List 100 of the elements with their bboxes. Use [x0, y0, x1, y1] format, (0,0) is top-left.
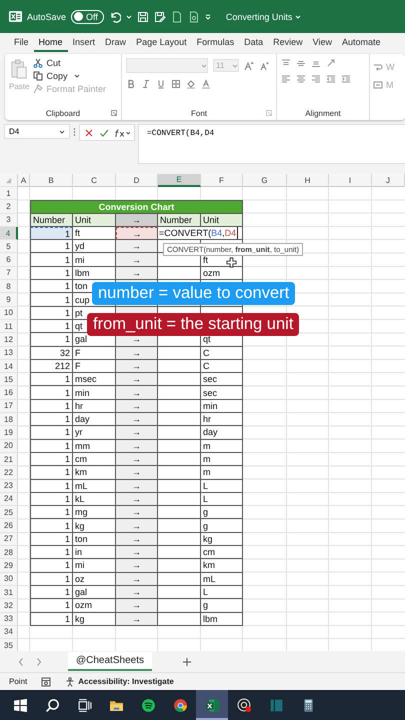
menu-tab[interactable]: Draw [100, 34, 132, 52]
more-icon[interactable] [73, 127, 76, 137]
dialog-launcher-icon[interactable] [266, 110, 272, 116]
undo-icon[interactable] [108, 10, 121, 22]
row-header[interactable]: 35 [0, 639, 18, 651]
save-as-icon[interactable] [154, 10, 166, 22]
menu-tab[interactable]: Data [239, 34, 268, 52]
row-header[interactable]: 3 [0, 214, 18, 227]
column-header[interactable]: F [201, 174, 243, 187]
row-header[interactable]: 25 [0, 506, 18, 520]
column-header[interactable]: E [158, 174, 201, 187]
font-color-icon[interactable] [201, 79, 211, 89]
row-header[interactable]: 33 [0, 612, 18, 626]
autosave-toggle[interactable]: Off [71, 10, 104, 24]
column-header[interactable]: J [372, 174, 405, 187]
row-header[interactable]: 17 [0, 400, 18, 414]
row-header[interactable]: 20 [0, 440, 18, 453]
row-header[interactable]: 28 [0, 546, 18, 560]
align-right-icon[interactable] [311, 74, 321, 84]
row-header[interactable]: 13 [0, 346, 18, 360]
row-header[interactable]: 19 [0, 426, 18, 440]
bold-icon[interactable] [126, 79, 136, 89]
middle-align-icon[interactable] [296, 58, 306, 68]
row-header[interactable]: 23 [0, 480, 18, 493]
menu-tab[interactable]: Insert [68, 34, 100, 52]
underline-icon[interactable] [156, 79, 166, 89]
previous-sheet-icon[interactable] [18, 656, 24, 666]
macro-recorder-icon[interactable] [41, 676, 52, 686]
row-header[interactable]: 10 [0, 306, 18, 320]
font-name-field[interactable] [126, 58, 208, 73]
cell-editor[interactable]: =CONVERT(B4,D4 [158, 226, 238, 240]
top-align-icon[interactable] [281, 58, 291, 68]
row-header[interactable]: 21 [0, 452, 18, 466]
row-header[interactable]: 9 [0, 293, 18, 307]
row-header[interactable]: 22 [0, 466, 18, 480]
column-header[interactable]: D [116, 174, 158, 187]
menu-tab[interactable]: Review [268, 34, 308, 52]
align-left-icon[interactable] [281, 74, 291, 84]
italic-icon[interactable] [141, 79, 151, 89]
row-header[interactable]: 2 [0, 200, 18, 214]
row-header[interactable]: 34 [0, 626, 18, 640]
enter-icon[interactable] [99, 128, 109, 138]
menu-tab[interactable]: View [308, 34, 338, 52]
menu-tab[interactable]: File [9, 34, 34, 52]
fill-color-icon[interactable] [186, 79, 196, 89]
decrease-indent-icon[interactable] [326, 74, 336, 84]
row-header[interactable]: 18 [0, 413, 18, 426]
add-sheet-icon[interactable] [182, 656, 192, 666]
column-header[interactable]: B [30, 174, 73, 187]
excel-logo-icon[interactable] [9, 10, 22, 23]
column-header[interactable]: H [287, 174, 329, 187]
next-sheet-icon[interactable] [36, 656, 42, 666]
row-header[interactable]: 1 [0, 187, 18, 200]
row-header[interactable]: 8 [0, 280, 18, 294]
row-header[interactable]: 32 [0, 599, 18, 612]
name-box[interactable]: D4 [4, 124, 70, 139]
row-header[interactable]: 7 [0, 266, 18, 280]
row-header[interactable]: 12 [0, 333, 18, 347]
cancel-icon[interactable] [84, 128, 94, 138]
insert-function-icon[interactable] [114, 128, 130, 138]
row-header[interactable]: 24 [0, 492, 18, 506]
dialog-launcher-icon[interactable] [111, 110, 117, 116]
column-header[interactable]: C [73, 174, 116, 187]
customize-caret-icon[interactable] [204, 14, 211, 20]
menu-tab[interactable]: Page Layout [131, 34, 192, 52]
column-header[interactable]: A [18, 174, 30, 187]
row-header[interactable]: 6 [0, 253, 18, 267]
increase-indent-icon[interactable] [341, 74, 351, 84]
menu-tab[interactable]: Automate [337, 34, 386, 52]
table-cell: C [201, 346, 243, 360]
column-header[interactable]: I [329, 174, 372, 187]
orientation-icon[interactable] [326, 58, 336, 68]
menu-tab[interactable]: Home [34, 34, 68, 52]
grow-font-icon[interactable] [244, 60, 254, 70]
row-header[interactable]: 29 [0, 559, 18, 573]
row-header[interactable]: 4 [0, 226, 18, 240]
save-icon[interactable] [136, 10, 149, 22]
row-header[interactable]: 31 [0, 586, 18, 600]
menu-tab[interactable]: Formulas [192, 34, 240, 52]
new-document-icon[interactable] [170, 10, 183, 22]
row-header[interactable]: 26 [0, 519, 18, 533]
caret-icon[interactable] [126, 14, 132, 20]
row-header[interactable]: 30 [0, 572, 18, 586]
print-preview-icon[interactable] [188, 10, 200, 22]
row-header[interactable]: 14 [0, 360, 18, 374]
formula-field[interactable]: =CONVERT(B4,D4 [138, 124, 405, 164]
align-center-icon[interactable] [296, 74, 306, 84]
accessibility-button[interactable]: Accessibility: Investigate [65, 676, 174, 686]
cut-button[interactable]: Cut [33, 58, 106, 68]
document-title[interactable]: Converting Units [226, 12, 302, 22]
column-header[interactable]: G [243, 174, 287, 187]
shrink-font-icon[interactable] [259, 60, 269, 70]
row-header[interactable]: 27 [0, 532, 18, 546]
sheet-tab[interactable]: @CheatSheets [68, 652, 152, 671]
row-header[interactable]: 15 [0, 373, 18, 386]
row-header[interactable]: 5 [0, 240, 18, 254]
row-header[interactable]: 16 [0, 386, 18, 400]
copy-button[interactable]: Copy [33, 71, 106, 81]
borders-icon[interactable] [171, 79, 181, 89]
row-header[interactable]: 11 [0, 320, 18, 334]
